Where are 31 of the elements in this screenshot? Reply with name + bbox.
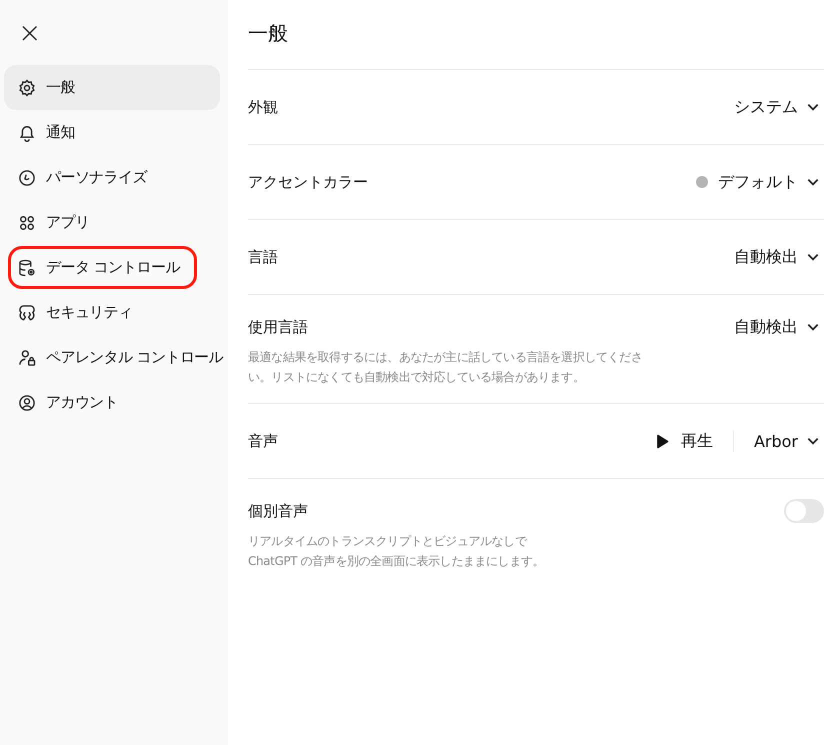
play-button[interactable]: 再生: [656, 430, 713, 452]
toggle-switch[interactable]: [784, 499, 824, 523]
sidebar-item[interactable]: 通知: [4, 110, 220, 155]
sidebar-item[interactable]: データ コントロール: [8, 246, 197, 289]
user-circle-icon: [17, 392, 37, 412]
dropdown[interactable]: 自動検出: [734, 246, 824, 268]
setting-label: 個別音声: [248, 502, 308, 520]
sidebar-item[interactable]: パーソナライズ: [4, 155, 220, 200]
dropdown[interactable]: Arbor: [754, 432, 824, 450]
sidebar-item[interactable]: 一般: [4, 65, 220, 110]
sidebar-item[interactable]: アプリ: [4, 200, 220, 245]
setting-label: 言語: [248, 248, 278, 266]
setting-label: 使用言語: [248, 318, 308, 336]
close-button[interactable]: ×: [16, 19, 44, 47]
sidebar-item[interactable]: アカウント: [4, 380, 220, 425]
setting-label: 音声: [248, 432, 278, 450]
dropdown[interactable]: システム: [734, 96, 824, 118]
dropdown[interactable]: デフォルト: [696, 172, 824, 192]
setting-label: 外観: [248, 98, 278, 116]
play-icon: [656, 434, 669, 448]
smile-icon: [17, 168, 37, 188]
keyhole-icon: [17, 302, 37, 322]
sidebar-item[interactable]: セキュリティ: [4, 290, 220, 335]
settings-icon: [17, 78, 37, 98]
setting-label: アクセントカラー: [248, 172, 368, 192]
setting-description: リアルタイムのトランスクリプトとビジュアルなしで ChatGPT の音声を別の全画面に表示したままにします。: [248, 533, 546, 570]
user-lock-icon: [17, 348, 37, 368]
page-title: 一般: [248, 0, 824, 70]
database-gear-icon: [17, 258, 37, 278]
dropdown[interactable]: 自動検出: [734, 316, 824, 338]
setting-description: 最適な結果を取得するには、あなたが主に話している言語を選択してください。リストになくても自動検出で対応している場合があります。: [248, 349, 644, 386]
